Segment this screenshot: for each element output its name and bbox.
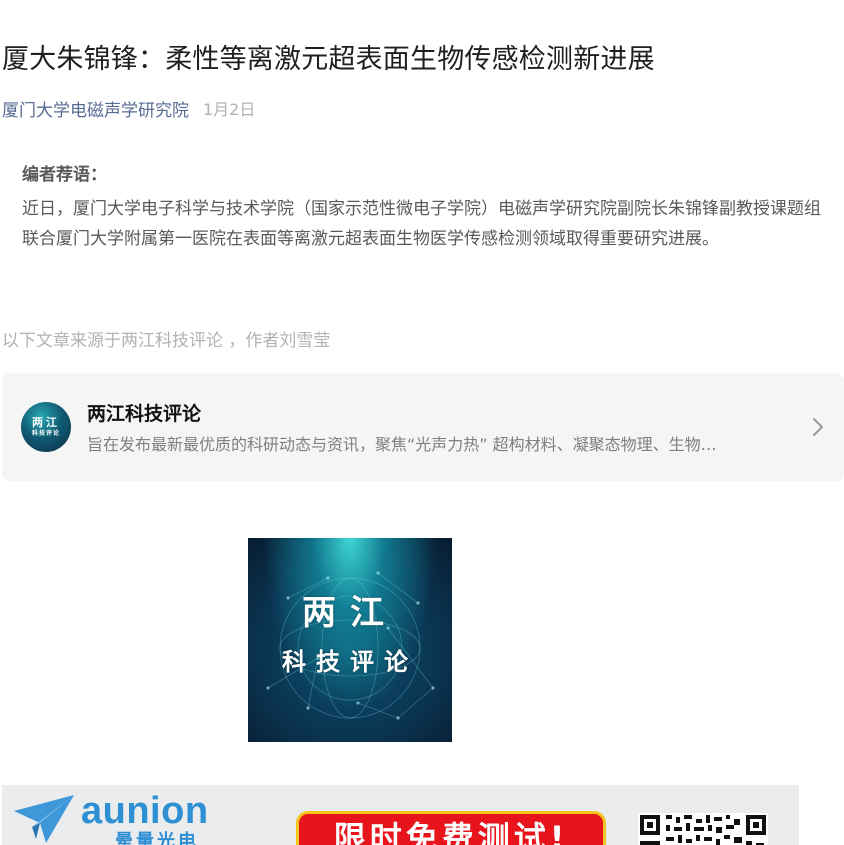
paper-plane-icon — [14, 795, 74, 843]
ad-brand-name: aunion — [81, 790, 209, 832]
editor-note-heading: 编者荐语： — [22, 165, 107, 185]
avatar-line1: 两江 — [32, 416, 60, 429]
logo-line2: 科技评论 — [282, 647, 418, 676]
logo-line1: 两江 — [302, 593, 398, 633]
liangjiang-logo-image: 两江 科技评论 — [248, 538, 452, 742]
avatar-line2: 科技评论 — [31, 430, 60, 437]
source-account-avatar[interactable]: 两江 科技评论 — [21, 402, 71, 452]
source-account-card[interactable]: 两江 科技评论 两江科技评论 旨在发布最新最优质的科研动态与资讯，聚焦“光声力热… — [2, 373, 844, 481]
publish-date: 1月2日 — [203, 100, 256, 119]
source-note: 以下文章来源于两江科技评论 ，作者刘雪莹 — [2, 331, 331, 351]
source-account-name: 两江科技评论 — [87, 403, 202, 425]
source-account-description: 旨在发布最新最优质的科研动态与资讯，聚焦“光声力热” 超构材料、凝聚态物理、生物… — [87, 435, 717, 454]
editor-note: 编者荐语： 近日，厦门大学电子科学与技术学院（国家示范性微电子学院）电磁声学研究… — [22, 160, 822, 254]
article-meta: 厦门大学电磁声学研究院 1月2日 — [2, 95, 255, 121]
chevron-right-icon[interactable] — [808, 416, 828, 438]
account-name-link[interactable]: 厦门大学电磁声学研究院 — [2, 96, 189, 121]
ad-banner[interactable]: aunion 晕量光电 限时免费测试! — [2, 785, 799, 845]
ad-promo-label: 限时免费测试! — [333, 819, 569, 845]
ad-brand-cn: 晕量光电 — [115, 831, 199, 845]
editor-note-text: 近日，厦门大学电子科学与技术学院（国家示范性微电子学院）电磁声学研究院副院长朱锦… — [22, 199, 821, 249]
article-title: 厦大朱锦锋：柔性等离激元超表面生物传感检测新进展 — [2, 44, 655, 75]
network-pattern-icon — [266, 571, 435, 720]
qr-code-icon — [638, 813, 768, 845]
ad-promo-button[interactable]: 限时免费测试! — [296, 811, 606, 845]
